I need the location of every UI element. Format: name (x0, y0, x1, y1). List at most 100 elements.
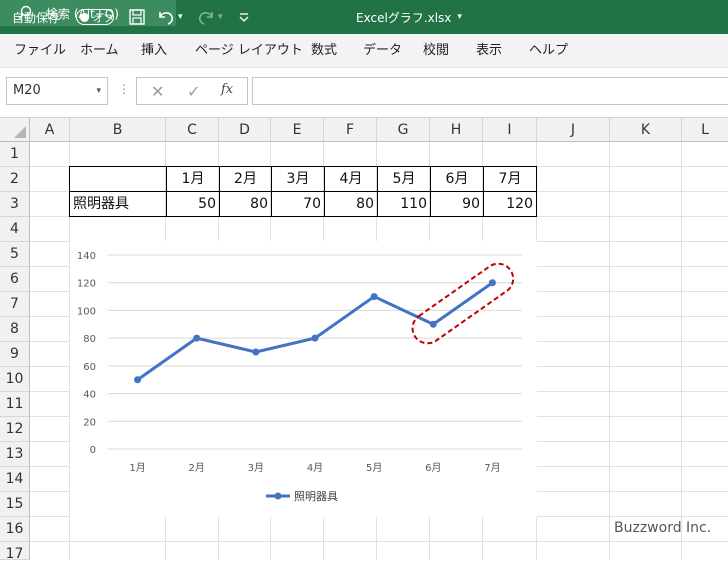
tab-view[interactable]: 表示 (476, 34, 502, 68)
row-label-cell[interactable]: 照明器具 (70, 192, 167, 217)
value-cell[interactable]: 70 (272, 192, 325, 217)
header-cell[interactable]: 2月 (220, 167, 272, 192)
row-header-13[interactable]: 13 (0, 442, 30, 467)
autosave-label: 自動保存 (12, 10, 61, 25)
x-tick-label: 6月 (425, 462, 441, 474)
tab-insert[interactable]: 挿入 (141, 34, 167, 68)
data-point (429, 320, 437, 328)
header-cell[interactable]: 6月 (431, 167, 484, 192)
row-header-11[interactable]: 11 (0, 392, 30, 417)
value-cell[interactable]: 90 (431, 192, 484, 217)
x-tick-label: 3月 (248, 462, 264, 474)
formula-buttons: ✕ ✓ fx (136, 77, 248, 105)
save-icon[interactable] (128, 0, 146, 34)
y-tick-label: 60 (83, 362, 96, 373)
legend-label: 照明器具 (294, 490, 338, 503)
row-header-9[interactable]: 9 (0, 342, 30, 367)
autosave-state: オフ (93, 13, 113, 25)
header-cell[interactable]: 5月 (378, 167, 431, 192)
header-cell[interactable]: 1月 (167, 167, 220, 192)
cancel-icon[interactable]: ✕ (151, 82, 164, 101)
header-cell[interactable]: 3月 (272, 167, 325, 192)
row-header-16[interactable]: 16 (0, 517, 30, 542)
chevron-down-icon[interactable]: ▾ (96, 78, 101, 104)
col-header-b[interactable]: B (70, 118, 166, 142)
document-title[interactable]: Excelグラフ.xlsx ▾ (356, 0, 462, 34)
tab-formulas[interactable]: 数式 (311, 34, 337, 68)
formula-input[interactable] (252, 77, 728, 105)
col-header-a[interactable]: A (30, 118, 70, 142)
x-tick-label: 4月 (307, 462, 323, 474)
tab-page-layout[interactable]: ページ レイアウト (195, 34, 303, 68)
y-tick-label: 0 (90, 445, 96, 456)
row-header-2[interactable]: 2 (0, 167, 30, 192)
line-chart[interactable]: 0 20 40 60 80 100 120 140 1月 2月 3月 4月 5月 6月 7月 照明器具 (70, 241, 537, 517)
tab-data[interactable]: データ (363, 34, 402, 68)
tab-review[interactable]: 校閲 (423, 34, 449, 68)
header-cell[interactable]: 4月 (325, 167, 378, 192)
row-header-10[interactable]: 10 (0, 367, 30, 392)
col-header-j[interactable]: J (537, 118, 610, 142)
col-header-h[interactable]: H (430, 118, 483, 142)
legend-marker (274, 492, 282, 500)
value-cell[interactable]: 50 (167, 192, 220, 217)
row-header-6[interactable]: 6 (0, 267, 30, 292)
row-header-3[interactable]: 3 (0, 192, 30, 217)
y-tick-label: 120 (77, 279, 96, 290)
tab-home[interactable]: ホーム (80, 34, 119, 68)
data-point (311, 334, 319, 342)
name-box-value: M20 (13, 83, 41, 98)
gridline (609, 142, 610, 560)
col-header-d[interactable]: D (219, 118, 271, 142)
row-header-1[interactable]: 1 (0, 142, 30, 167)
watermark-text: Buzzword Inc. (614, 520, 712, 536)
col-header-k[interactable]: K (610, 118, 682, 142)
x-tick-label: 7月 (484, 462, 500, 474)
x-tick-label: 2月 (189, 462, 205, 474)
undo-icon[interactable] (156, 0, 176, 34)
gridline (681, 142, 682, 560)
row-header-4[interactable]: 4 (0, 217, 30, 242)
row-header-12[interactable]: 12 (0, 417, 30, 442)
enter-check-icon[interactable]: ✓ (187, 82, 200, 101)
row-header-15[interactable]: 15 (0, 492, 30, 517)
select-all-corner[interactable] (0, 118, 30, 142)
col-header-c[interactable]: C (166, 118, 219, 142)
row-header-17[interactable]: 17 (0, 542, 30, 562)
row-header-5[interactable]: 5 (0, 242, 30, 267)
data-point (134, 376, 142, 384)
name-box[interactable]: M20 ▾ (6, 77, 108, 105)
toggle-knob-icon (80, 12, 89, 22)
row-header-7[interactable]: 7 (0, 292, 30, 317)
col-header-g[interactable]: G (377, 118, 430, 142)
value-cell[interactable]: 110 (378, 192, 431, 217)
value-cell[interactable]: 80 (220, 192, 272, 217)
series-line (136, 281, 494, 381)
data-point (193, 334, 201, 342)
value-cell[interactable]: 120 (484, 192, 537, 217)
more-vertical-icon[interactable]: ⋮ (118, 82, 130, 96)
chart-canvas: 0 20 40 60 80 100 120 140 1月 2月 3月 4月 5月 6月 7月照明器具 (77, 251, 522, 503)
header-cell[interactable]: 7月 (484, 167, 537, 192)
value-cell[interactable]: 80 (325, 192, 378, 217)
redo-dropdown-chevron-icon[interactable]: ▾ (218, 0, 223, 34)
col-header-i[interactable]: I (483, 118, 537, 142)
tab-file[interactable]: ファイル (14, 34, 66, 68)
undo-dropdown-chevron-icon[interactable]: ▾ (178, 0, 183, 34)
customize-qat-icon[interactable] (238, 0, 250, 34)
tab-help[interactable]: ヘルプ (529, 34, 568, 68)
data-point (488, 279, 496, 287)
x-tick-label: 5月 (366, 462, 382, 474)
chevron-down-icon: ▾ (457, 12, 462, 22)
data-point (370, 293, 378, 301)
insert-function-icon[interactable]: fx (221, 82, 233, 97)
col-header-l[interactable]: L (682, 118, 728, 142)
row-header-8[interactable]: 8 (0, 317, 30, 342)
col-header-f[interactable]: F (324, 118, 377, 142)
redo-icon[interactable] (196, 0, 216, 34)
col-header-e[interactable]: E (271, 118, 324, 142)
table-corner-cell[interactable] (70, 167, 167, 192)
autosave-toggle[interactable]: オフ (76, 9, 114, 25)
formula-bar: M20 ▾ ⋮ ✕ ✓ fx (0, 68, 728, 118)
row-header-14[interactable]: 14 (0, 467, 30, 492)
